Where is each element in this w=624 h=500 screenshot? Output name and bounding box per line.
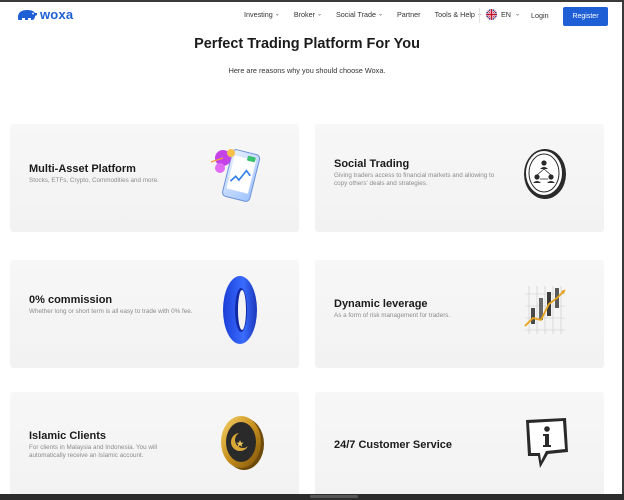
feature-card-social-trading: Social Trading Giving traders access to … [315,124,604,232]
brand-name: woxa [40,7,74,22]
chevron-down-icon: ⌄ [274,11,280,18]
feature-title: Dynamic leverage [334,298,428,310]
phone-chart-icon [210,149,261,202]
crescent-star-coin-icon [221,416,264,470]
info-chat-icon [526,418,568,468]
bear-logo-icon [18,9,37,20]
feature-title: Social Trading [334,158,410,170]
feature-description: As a form of risk management for traders… [334,312,451,319]
nav-investing[interactable]: Investing ⌄ [244,10,280,19]
chevron-down-icon: ⌄ [316,11,323,18]
feature-title: 0% commission [29,294,113,306]
scrollbar-thumb[interactable] [310,495,358,498]
register-button[interactable]: Register [563,7,608,26]
brand-logo[interactable]: woxa [16,7,73,22]
feature-card-islamic-clients: Islamic Clients For clients in Malaysia … [10,392,299,500]
zero-icon [223,276,257,344]
feature-description: Stocks, ETFs, Crypto, Commodities and mo… [29,177,159,184]
feature-card-customer-service: 24/7 Customer Service [315,392,604,500]
feature-card-multi-asset: Multi-Asset Platform Stocks, ETFs, Crypt… [10,124,299,232]
feature-title: Islamic Clients [29,430,107,442]
page-subtitle: Here are reasons why you should choose W… [228,66,386,75]
nav-investing-label: Investing [244,10,273,19]
chevron-down-icon: ⌄ [515,11,521,18]
feature-card-zero-commission: 0% commission Whether long or short term… [10,260,299,368]
network-users-icon [524,149,566,199]
chevron-down-icon: ⌄ [377,11,383,18]
language-label: EN [501,10,511,19]
nav-tools-help-label: Tools & Help [434,10,475,19]
page-title: Perfect Trading Platform For You [194,36,420,52]
leverage-chart-icon [524,286,566,334]
nav-social-trade[interactable]: Social Trade ⌄ [336,10,383,19]
nav-broker-label: Broker [293,10,315,19]
login-link[interactable]: Login [531,11,549,20]
main-menu: Investing ⌄ Broker ⌄ Social Trade ⌄ Part… [244,10,496,19]
nav-partner[interactable]: Partner [397,10,421,19]
uk-flag-icon [486,9,497,20]
feature-title: 24/7 Customer Service [334,439,453,451]
nav-broker[interactable]: Broker ⌄ [294,10,322,19]
feature-description: For clients in Malaysia and Indonesia. Y… [29,444,158,459]
feature-description: Giving traders access to financial marke… [334,172,495,187]
nav-tools-help[interactable]: Tools & Help ⌄ [435,10,482,19]
nav-social-trade-label: Social Trade [336,10,376,19]
nav-partner-label: Partner [397,10,421,19]
feature-description: Whether long or short term is all easy t… [29,308,193,315]
feature-title: Multi-Asset Platform [29,163,136,175]
language-selector[interactable]: EN ⌄ [486,9,520,20]
top-navigation: woxa Investing ⌄ Broker ⌄ Social Trade ⌄… [0,2,622,28]
feature-card-dynamic-leverage: Dynamic leverage As a form of risk manag… [315,260,604,368]
nav-divider [479,8,480,23]
